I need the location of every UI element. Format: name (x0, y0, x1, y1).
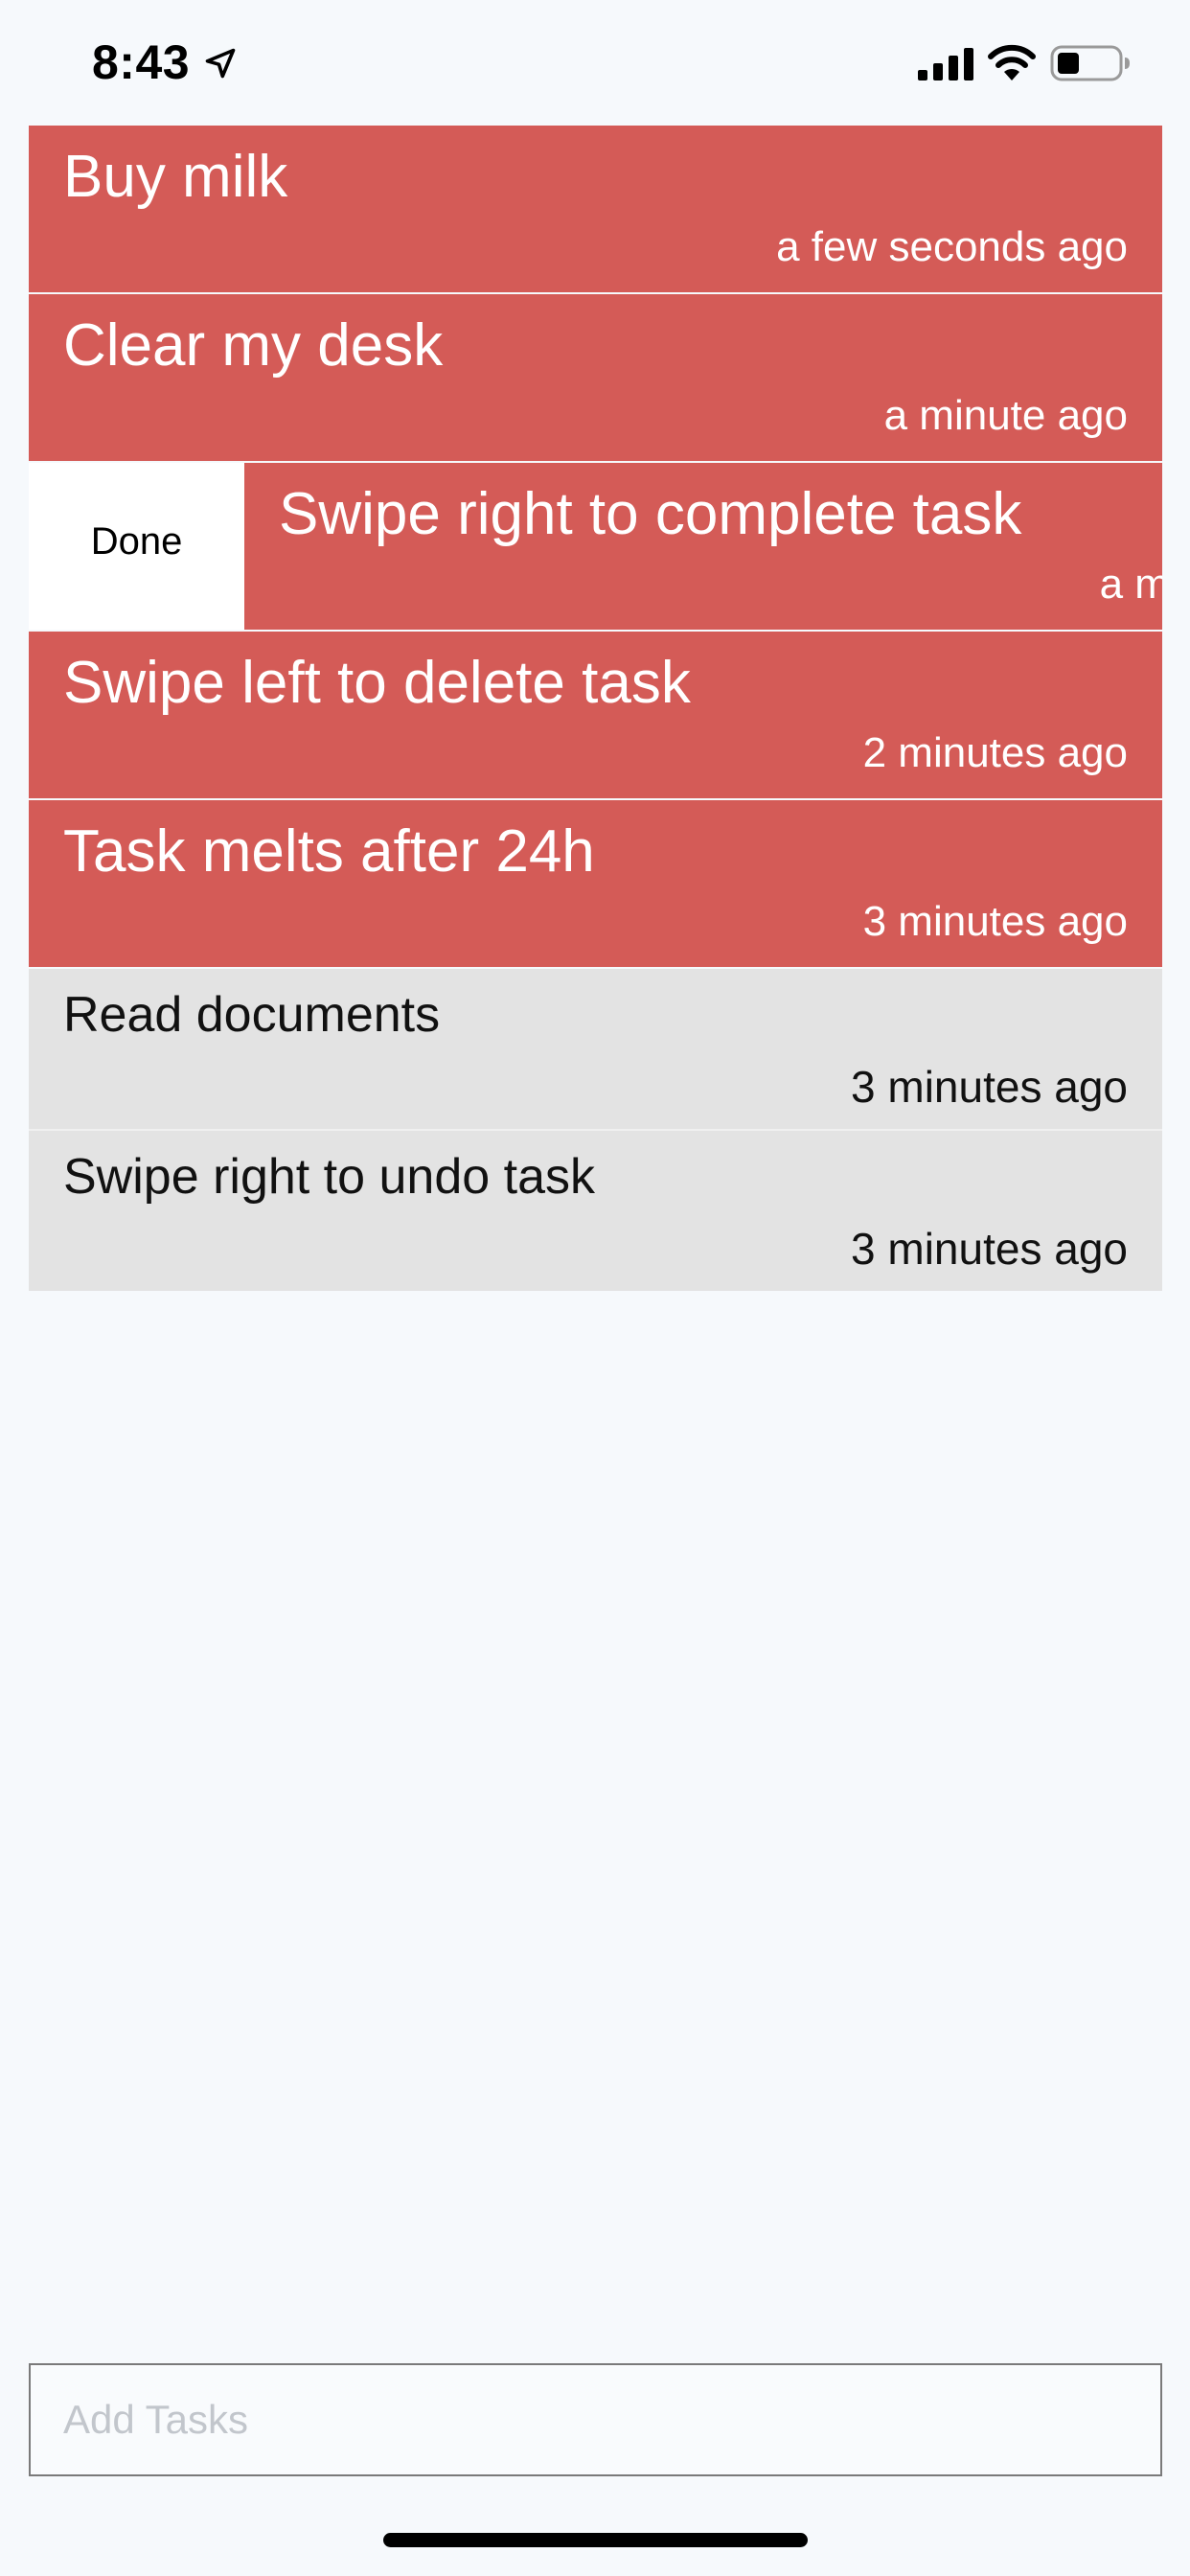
task-item[interactable]: Swipe left to delete task 2 minutes ago (29, 632, 1162, 798)
add-task-input[interactable] (31, 2365, 1160, 2474)
task-timestamp: a minute ago (883, 392, 1128, 439)
task-timestamp: a minute ago (1099, 561, 1162, 608)
task-title: Swipe left to delete task (63, 650, 691, 716)
task-timestamp: a few seconds ago (776, 223, 1128, 270)
location-arrow-icon (205, 48, 236, 79)
done-button-label: Done (90, 520, 183, 563)
task-item[interactable]: Buy milk a few seconds ago (29, 126, 1162, 292)
task-title: Swipe right to complete task (279, 481, 1022, 547)
status-bar: 8:43 (0, 0, 1190, 126)
task-item-swiped[interactable]: Done Swipe right to complete task a minu… (29, 463, 1162, 630)
completed-task-item[interactable]: Read documents 3 minutes ago (29, 969, 1162, 1131)
task-timestamp: 3 minutes ago (851, 1224, 1128, 1274)
task-title: Buy milk (63, 144, 288, 210)
battery-icon (1050, 45, 1130, 81)
swiped-task-card[interactable]: Swipe right to complete task a minute ag… (244, 463, 1162, 630)
task-title: Task melts after 24h (63, 818, 595, 885)
task-title: Read documents (63, 987, 441, 1043)
task-item[interactable]: Clear my desk a minute ago (29, 294, 1162, 461)
add-task-field (29, 2363, 1162, 2476)
completed-task-item[interactable]: Swipe right to undo task 3 minutes ago (29, 1131, 1162, 1291)
task-timestamp: 2 minutes ago (862, 729, 1128, 776)
task-item[interactable]: Task melts after 24h 3 minutes ago (29, 800, 1162, 967)
task-title: Swipe right to undo task (63, 1149, 595, 1205)
task-timestamp: 3 minutes ago (851, 1062, 1128, 1112)
task-timestamp: 3 minutes ago (862, 898, 1128, 945)
home-indicator[interactable] (383, 2533, 808, 2547)
done-swipe-action[interactable]: Done (29, 463, 244, 630)
task-title: Clear my desk (63, 312, 444, 379)
cellular-signal-icon (918, 48, 973, 80)
wifi-icon (988, 44, 1036, 80)
status-time: 8:43 (92, 35, 191, 89)
task-list: Buy milk a few seconds ago Clear my desk… (29, 126, 1162, 1291)
